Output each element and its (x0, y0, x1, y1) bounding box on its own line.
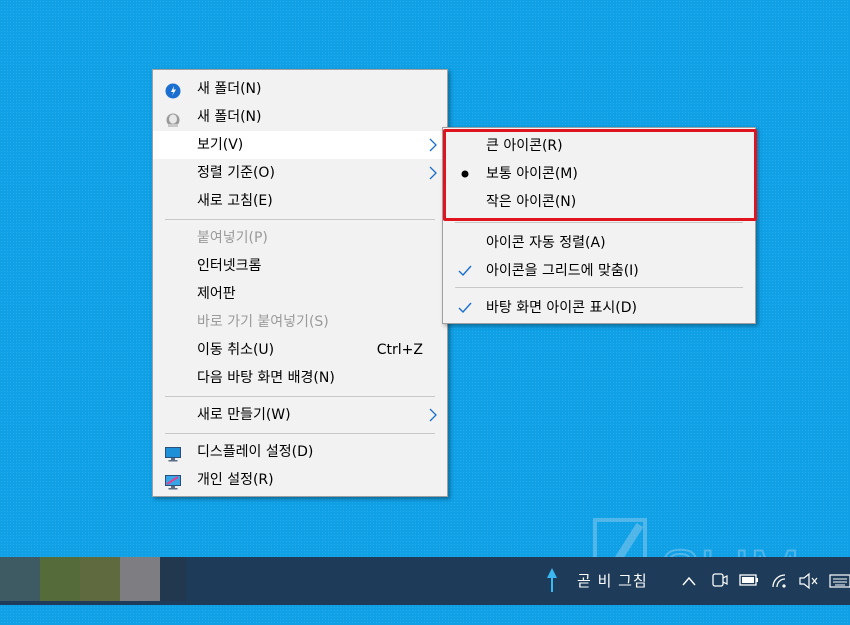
tray-app-label[interactable]: 곧 비 그침 (577, 557, 648, 605)
menu-item-control-panel[interactable]: 제어판 (153, 280, 447, 308)
chevron-right-icon (427, 131, 439, 159)
taskbar-thumbnail[interactable] (0, 557, 40, 601)
meet-now-icon[interactable] (710, 557, 728, 605)
menu-item-display-settings[interactable]: 디스플레이 설정(D) (153, 438, 447, 466)
submenu-item-label: 아이콘 자동 정렬(A) (486, 235, 606, 251)
menu-item-refresh[interactable]: 새로 고침(E) (153, 187, 447, 215)
menu-separator (165, 219, 435, 220)
wifi-icon[interactable] (770, 557, 790, 605)
menu-separator (455, 287, 743, 288)
taskbar: 곧 비 그침 (0, 557, 850, 605)
menu-item-label: 바로 가기 붙여넣기(S) (197, 314, 329, 330)
menu-item-label: 새로 고침(E) (197, 193, 273, 209)
menu-item-label: 제어판 (197, 286, 236, 302)
gray-avatar-icon (165, 109, 181, 127)
submenu-item-label: 바탕 화면 아이콘 표시(D) (486, 300, 637, 316)
menu-item-personalize[interactable]: 개인 설정(R) (153, 466, 447, 494)
menu-separator (455, 222, 743, 223)
menu-item-label: 붙여넣기(P) (197, 230, 268, 246)
chevron-right-icon (427, 159, 439, 187)
menu-item-new[interactable]: 새로 만들기(W) (153, 401, 447, 429)
taskbar-thumbnail[interactable] (120, 557, 160, 601)
keyboard-icon[interactable] (828, 557, 850, 605)
umbrella-icon[interactable] (545, 557, 559, 605)
desktop-context-menu: 새 폴더(N) 새 폴더(N) 보기(V) 정렬 기준(O) 새로 고침(E) … (152, 69, 448, 497)
submenu-item-auto-arrange[interactable]: 아이콘 자동 정렬(A) (443, 229, 755, 257)
check-icon (457, 294, 473, 322)
menu-item-label: 인터넷크롬 (197, 258, 262, 274)
menu-separator (165, 433, 435, 434)
menu-item-internet-chrome[interactable]: 인터넷크롬 (153, 252, 447, 280)
submenu-item-label: 아이콘을 그리드에 맞춤(I) (486, 263, 639, 279)
taskbar-thumbnail[interactable] (40, 557, 80, 601)
blue-download-icon (165, 81, 181, 99)
battery-icon[interactable] (738, 557, 760, 605)
menu-separator (165, 396, 435, 397)
menu-item-paste[interactable]: 붙여넣기(P) (153, 224, 447, 252)
chevron-right-icon (427, 401, 439, 429)
taskbar-thumbnail[interactable] (160, 557, 186, 601)
menu-item-label: 정렬 기준(O) (197, 165, 275, 181)
menu-item-view[interactable]: 보기(V) (153, 131, 447, 159)
display-settings-icon (165, 444, 181, 462)
volume-muted-icon[interactable] (798, 557, 820, 605)
taskbar-thumbnail[interactable] (80, 557, 120, 601)
menu-item-sort-by[interactable]: 정렬 기준(O) (153, 159, 447, 187)
menu-item-paste-shortcut[interactable]: 바로 가기 붙여넣기(S) (153, 308, 447, 336)
menu-item-label: 보기(V) (197, 137, 244, 153)
menu-item-label: 새 폴더(N) (197, 109, 262, 125)
submenu-item-align-to-grid[interactable]: 아이콘을 그리드에 맞춤(I) (443, 257, 755, 285)
menu-item-label: 새 폴더(N) (197, 81, 262, 97)
check-icon (457, 257, 473, 285)
shortcut-label: Ctrl+Z (376, 342, 423, 358)
menu-item-next-background[interactable]: 다음 바탕 화면 배경(N) (153, 364, 447, 392)
menu-item-label: 디스플레이 설정(D) (197, 444, 314, 460)
menu-item-new-folder-1[interactable]: 새 폴더(N) (153, 75, 447, 103)
menu-item-label: 새로 만들기(W) (197, 407, 291, 423)
menu-item-new-folder-2[interactable]: 새 폴더(N) (153, 103, 447, 131)
personalize-icon (165, 472, 181, 490)
chevron-up-icon[interactable] (681, 557, 697, 605)
submenu-item-show-desktop-icons[interactable]: 바탕 화면 아이콘 표시(D) (443, 294, 755, 322)
highlight-box (443, 129, 757, 221)
menu-item-label: 개인 설정(R) (197, 472, 274, 488)
menu-item-undo-move[interactable]: 이동 취소(U) Ctrl+Z (153, 336, 447, 364)
menu-item-label: 다음 바탕 화면 배경(N) (197, 370, 335, 386)
menu-item-label: 이동 취소(U) (197, 342, 275, 358)
